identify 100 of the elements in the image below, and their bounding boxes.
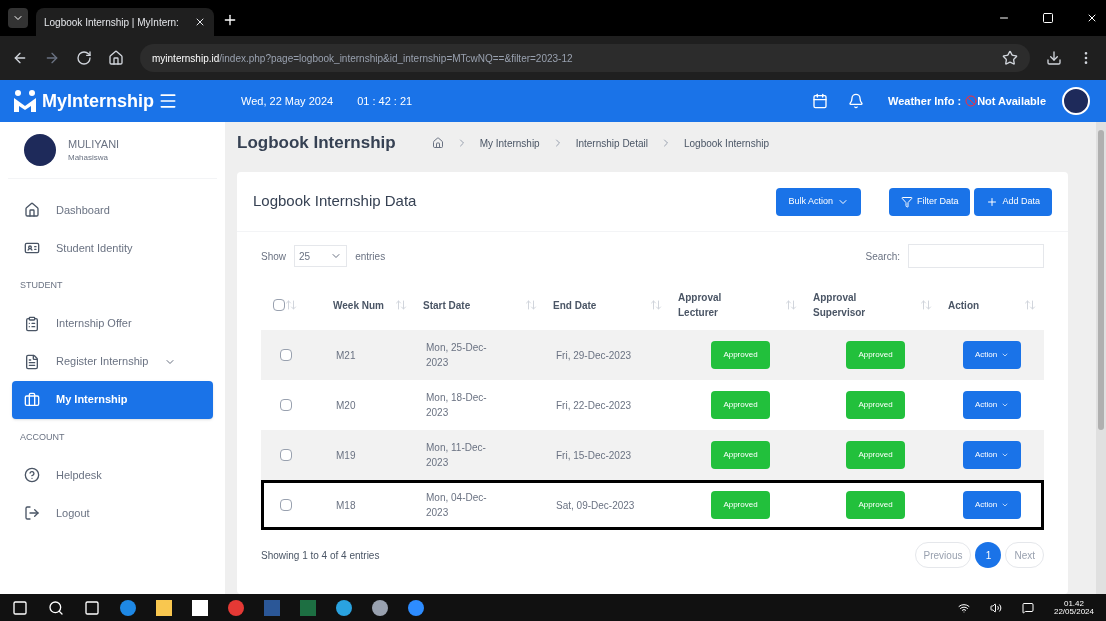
caret-icon [1001, 451, 1010, 459]
download-icon[interactable] [1046, 50, 1062, 66]
caret-icon [1001, 501, 1010, 509]
table-cell-text: M20 [336, 398, 356, 413]
show-label: Show [261, 249, 286, 264]
avatar [24, 134, 56, 166]
search-label: Search: [865, 249, 900, 264]
status-badge: Approved [711, 391, 770, 419]
breadcrumb-item[interactable]: My Internship [479, 135, 540, 151]
caret-icon [1001, 401, 1010, 409]
page-title: Logbook Internship [237, 132, 396, 155]
wifi-icon[interactable] [957, 601, 970, 614]
sidebar-item[interactable]: Student Identity [12, 229, 213, 267]
app-icon[interactable] [408, 599, 424, 616]
sidebar-section: STUDENT [12, 267, 213, 305]
volume-icon[interactable] [989, 601, 1002, 614]
status-badge: Approved [846, 341, 905, 369]
browser-tab[interactable]: Logbook Internship | MyIntern: [36, 8, 214, 36]
url-host: myinternship.id [152, 51, 220, 66]
status-badge: Approved [711, 491, 770, 519]
close-icon[interactable] [1086, 12, 1098, 24]
calendar-icon[interactable] [812, 93, 828, 109]
bell-icon[interactable] [848, 93, 864, 109]
toolbar-button[interactable]: Bulk Action [776, 187, 861, 216]
scrollbar[interactable] [1096, 122, 1106, 594]
clock-time: 01.42 [1063, 599, 1084, 608]
bookmark-icon[interactable] [1002, 50, 1018, 66]
column-header[interactable]: End Date [553, 297, 597, 313]
table-cell-text: M21 [336, 348, 356, 363]
action-button[interactable]: Action [962, 341, 1022, 369]
table-cell-text: Fri, 22-Dec-2023 [556, 398, 633, 413]
sidebar-icon [24, 505, 40, 521]
sidebar-item[interactable]: Internship Offer [12, 304, 213, 343]
toolbar-button[interactable]: Filter Data [888, 187, 971, 216]
caret-icon [1001, 351, 1010, 359]
checkbox[interactable] [280, 499, 292, 511]
sidebar-section: ACCOUNT [12, 418, 213, 456]
app-icon[interactable] [336, 599, 352, 616]
table-cell-text: M19 [336, 448, 356, 463]
action-button[interactable]: Action [962, 491, 1022, 519]
sidebar-icon [24, 240, 40, 256]
breadcrumb-item[interactable]: Internship Detail [575, 135, 648, 151]
checkbox[interactable] [280, 349, 292, 361]
header-date: Wed, 22 May 2024 [241, 93, 334, 109]
sidebar-item[interactable]: Dashboard [12, 191, 213, 229]
brand-name: MyInternship [42, 89, 154, 113]
table-info: Showing 1 to 4 of 4 entries [261, 548, 381, 563]
new-tab-icon[interactable] [222, 12, 238, 28]
task-view-icon[interactable] [84, 599, 100, 616]
unavailable-icon [965, 95, 978, 107]
header-time: 01 : 42 : 21 [357, 93, 413, 109]
clock-date: 22/05/2024 [1053, 607, 1094, 616]
user-role: Mahasiswa [68, 152, 109, 165]
table-cell-text: Sat, 09-Dec-2023 [556, 498, 636, 513]
sidebar-item[interactable]: My Internship [12, 380, 213, 419]
sidebar-item[interactable]: Logout [12, 494, 213, 532]
pagination-button[interactable]: 1 [975, 542, 1002, 568]
action-button[interactable]: Action [962, 391, 1022, 419]
column-header[interactable]: Start Date [423, 297, 471, 313]
sidebar-icon [24, 467, 40, 483]
sidebar-icon [24, 391, 40, 408]
forward-icon[interactable] [44, 50, 60, 66]
reload-icon[interactable] [76, 50, 92, 66]
checkbox[interactable] [280, 399, 292, 411]
table-cell-text: Fri, 15-Dec-2023 [556, 448, 633, 463]
plus-icon [986, 195, 999, 208]
table-cell-text: Mon, 11-Dec-2023 [426, 441, 487, 470]
checkbox[interactable] [273, 299, 285, 311]
notification-icon[interactable] [1021, 601, 1034, 614]
back-icon[interactable] [12, 50, 28, 66]
status-badge: Approved [846, 441, 905, 469]
table-cell-text: Fri, 29-Dec-2023 [556, 348, 633, 363]
sidebar-item[interactable]: Helpdesk [12, 456, 213, 494]
sidebar-item[interactable]: Register Internship [12, 342, 213, 381]
sidebar-icon [24, 202, 40, 218]
url-path: /index.php?page=logbook_internship&id_internship=MTcwNQ==&filter=2023-12 [219, 51, 573, 66]
search-icon[interactable] [48, 599, 64, 616]
app-icon[interactable] [156, 599, 172, 616]
app-icon[interactable] [192, 599, 208, 616]
avatar[interactable] [1062, 87, 1090, 115]
card-title: Logbook Internship Data [253, 191, 418, 212]
maximize-icon[interactable] [1042, 12, 1054, 24]
table-cell-text: Mon, 18-Dec-2023 [426, 391, 488, 420]
column-header[interactable]: Action [948, 297, 980, 313]
column-header[interactable]: Week Num [333, 297, 384, 313]
address-bar[interactable]: myinternship.id/index.php?page=logbook_internship&id_internship=MTcwNQ==&filter=2023-12 [140, 44, 1030, 72]
checkbox[interactable] [280, 449, 292, 461]
close-icon[interactable] [194, 16, 206, 28]
search-field[interactable] [908, 244, 1044, 268]
app-icon[interactable] [372, 599, 388, 616]
weather-label: Weather Info : [888, 93, 962, 109]
page-size-select[interactable]: 25 [294, 245, 348, 267]
column-header[interactable]: Approval Lecturer [678, 290, 758, 320]
tab-list-button[interactable] [8, 8, 28, 28]
status-badge: Approved [711, 441, 770, 469]
table-cell-text: Mon, 25-Dec-2023 [426, 341, 488, 370]
table-cell-text: M18 [336, 498, 356, 513]
action-button[interactable]: Action [962, 441, 1022, 469]
column-header[interactable]: Approval Supervisor [813, 290, 893, 320]
toolbar-button[interactable]: Add Data [974, 187, 1052, 216]
